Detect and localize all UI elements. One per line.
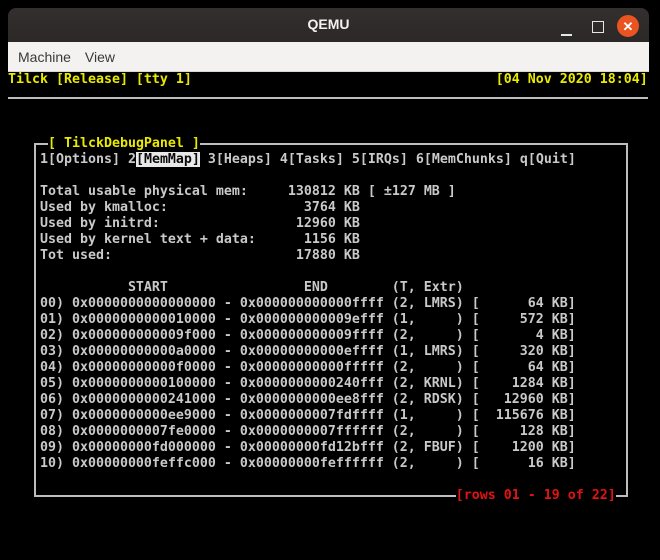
- terminal-line-11: Tot used: 17880 KB: [8, 248, 360, 264]
- mem-stat-value: 17880: [111, 248, 336, 263]
- tab-tasks[interactable]: [Tasks]: [288, 152, 344, 167]
- memmap-row-04: 04) 0x00000000000f0000 - 0x00000000000ff…: [8, 360, 576, 375]
- tab-key-quit[interactable]: q: [520, 152, 528, 167]
- table-header-row: START END (T, Extr): [8, 280, 464, 295]
- mem-stat-unit: KB: [335, 200, 360, 215]
- terminal-line-22: 08) 0x0000000007fe0000 - 0x0000000007fff…: [8, 424, 576, 440]
- tab-memmap[interactable]: [MemMap]: [135, 152, 200, 167]
- terminal-line-20: 06) 0x0000000000241000 - 0x0000000000ee8…: [8, 392, 576, 408]
- maximize-icon[interactable]: [592, 21, 604, 33]
- mem-stat-label: Used by initrd:: [39, 216, 160, 231]
- terminal-line-24: 10) 0x00000000feffc000 - 0x00000000fefff…: [8, 456, 576, 472]
- terminal-line-15: 01) 0x0000000000010000 - 0x000000000009e…: [8, 312, 576, 328]
- memmap-row-05: 05) 0x0000000000100000 - 0x0000000000240…: [8, 376, 576, 391]
- panel-title: [ TilckDebugPanel ]: [47, 136, 200, 151]
- tab-memchunks[interactable]: [MemChunks]: [424, 152, 512, 167]
- mem-stat-value: 1156: [255, 232, 336, 247]
- terminal-line-16: 02) 0x000000000009f000 - 0x000000000009f…: [8, 328, 576, 344]
- memmap-row-02: 02) 0x000000000009f000 - 0x000000000009f…: [8, 328, 576, 343]
- terminal-line-7: Total usable physical mem: 130812 KB [ ±…: [8, 184, 456, 200]
- terminal-line-4: [ TilckDebugPanel ]: [8, 136, 200, 152]
- terminal-line-17: 03) 0x00000000000a0000 - 0x00000000000ef…: [8, 344, 576, 360]
- terminal-line-8: Used by kmalloc: 3764 KB: [8, 200, 360, 216]
- menu-view[interactable]: View: [85, 49, 115, 65]
- tab-key-memchunks[interactable]: 6: [416, 152, 424, 167]
- tab-irqs[interactable]: [IRQs]: [360, 152, 408, 167]
- vm-display[interactable]: Tilck [Release] [tty 1] [04 Nov 2020 18:…: [8, 72, 648, 552]
- terminal-line-26: [rows 01 - 19 of 22]: [8, 488, 616, 504]
- terminal-line-19: 05) 0x0000000000100000 - 0x0000000000240…: [8, 376, 576, 392]
- tab-key-options[interactable]: 1: [40, 152, 48, 167]
- close-icon[interactable]: ✕: [617, 15, 639, 37]
- terminal-line-0: Tilck [Release] [tty 1] [04 Nov 2020 18:…: [8, 72, 648, 88]
- mem-stat-label: Total usable physical mem:: [39, 184, 248, 199]
- memmap-row-03: 03) 0x00000000000a0000 - 0x00000000000ef…: [8, 344, 576, 359]
- mem-stat-label: Used by kernel text + data:: [39, 232, 256, 247]
- terminal-line-9: Used by initrd: 12960 KB: [8, 216, 360, 232]
- window-titlebar[interactable]: QEMU ✕: [8, 8, 649, 43]
- menu-machine[interactable]: Machine: [18, 49, 71, 65]
- mem-stat-unit: KB [ ±127 MB ]: [335, 184, 456, 199]
- memmap-row-07: 07) 0x0000000000ee9000 - 0x0000000007fdf…: [8, 408, 576, 423]
- mem-stat-unit: KB: [335, 216, 360, 231]
- mem-stat-label: Used by kmalloc:: [39, 200, 168, 215]
- tab-key-heaps[interactable]: 3: [208, 152, 216, 167]
- mem-stat-unit: KB: [335, 232, 360, 247]
- terminal-line-18: 04) 0x00000000000f0000 - 0x00000000000ff…: [8, 360, 576, 376]
- mem-stat-value: 130812: [247, 184, 336, 199]
- terminal-line-21: 07) 0x0000000000ee9000 - 0x0000000007fdf…: [8, 408, 576, 424]
- tab-options[interactable]: [Options]: [48, 152, 120, 167]
- qemu-window: QEMU ✕ Machine View Tilck [Release] [tty…: [0, 0, 660, 560]
- mem-stat-value: 3764: [167, 200, 336, 215]
- tab-quit[interactable]: [Quit]: [528, 152, 576, 167]
- terminal-line-23: 09) 0x00000000fd000000 - 0x00000000fd12b…: [8, 440, 576, 456]
- tab-key-irqs[interactable]: 5: [352, 152, 360, 167]
- terminal-line-5: 1[Options] 2[MemMap] 3[Heaps] 4[Tasks] 5…: [8, 152, 576, 168]
- console-status-left: Tilck [Release] [tty 1]: [8, 72, 192, 87]
- terminal-line-13: START END (T, Extr): [8, 280, 464, 296]
- mem-stat-value: 12960: [159, 216, 336, 231]
- memmap-row-01: 01) 0x0000000000010000 - 0x000000000009e…: [8, 312, 576, 327]
- mem-stat-label: Tot used:: [39, 248, 112, 263]
- memmap-row-09: 09) 0x00000000fd000000 - 0x00000000fd12b…: [8, 440, 576, 455]
- menu-bar: Machine View: [8, 42, 649, 72]
- mem-stat-unit: KB: [335, 248, 360, 263]
- console-clock: [04 Nov 2020 18:04]: [495, 72, 648, 87]
- memmap-row-08: 08) 0x0000000007fe0000 - 0x0000000007fff…: [8, 424, 576, 439]
- tab-key-tasks[interactable]: 4: [280, 152, 288, 167]
- memmap-row-10: 10) 0x00000000feffc000 - 0x00000000fefff…: [8, 456, 576, 471]
- memmap-row-06: 06) 0x0000000000241000 - 0x0000000000ee8…: [8, 392, 576, 407]
- terminal-text: Tilck [Release] [tty 1] [04 Nov 2020 18:…: [8, 72, 648, 552]
- terminal-line-10: Used by kernel text + data: 1156 KB: [8, 232, 360, 248]
- memmap-row-00: 00) 0x0000000000000000 - 0x000000000000f…: [8, 296, 576, 311]
- rows-pager-status: [rows 01 - 19 of 22]: [455, 488, 616, 503]
- minimize-icon[interactable]: [561, 34, 572, 36]
- terminal-line-14: 00) 0x0000000000000000 - 0x000000000000f…: [8, 296, 576, 312]
- tab-heaps[interactable]: [Heaps]: [216, 152, 272, 167]
- tab-key-memmap[interactable]: 2: [128, 152, 136, 167]
- window-title: QEMU: [307, 16, 350, 32]
